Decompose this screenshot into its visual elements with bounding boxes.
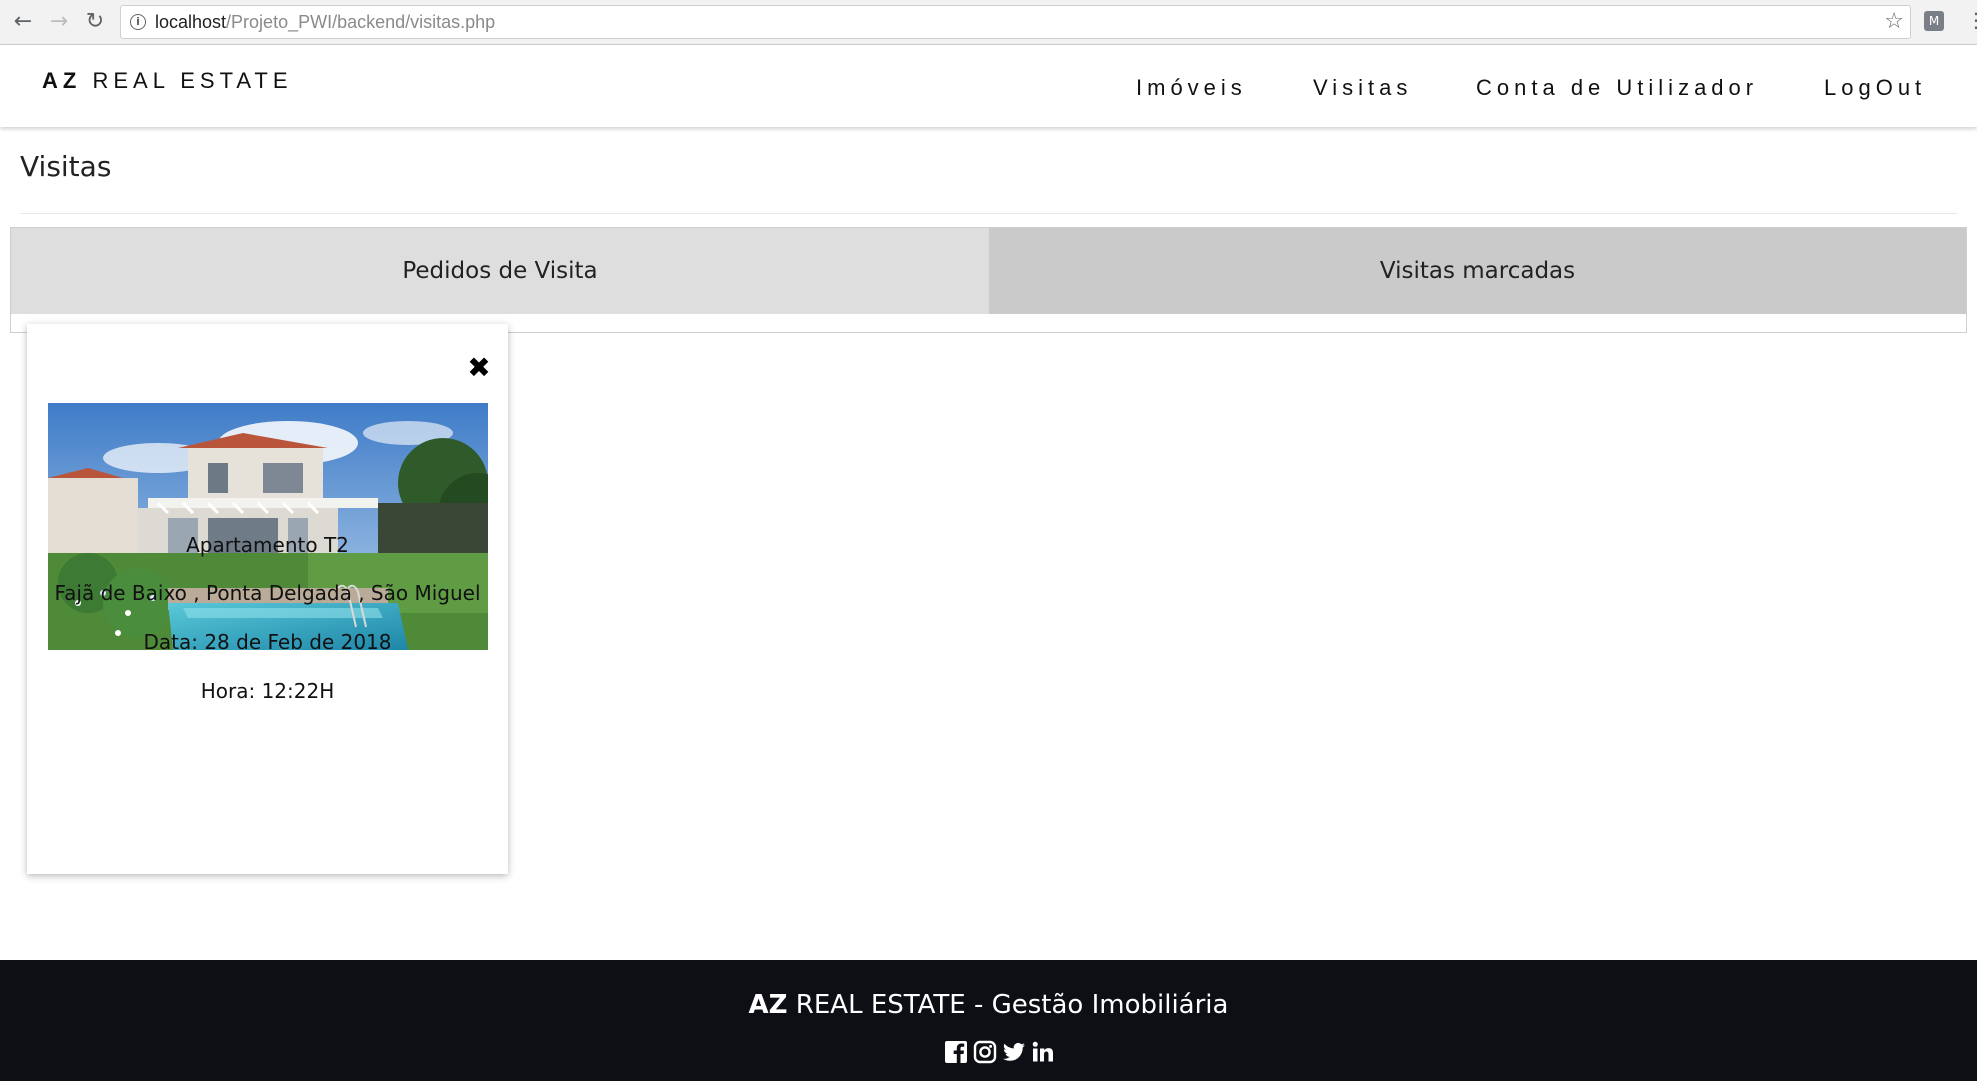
- browser-menu-icon[interactable]: ⋮: [1966, 8, 1977, 32]
- close-icon[interactable]: ✖: [465, 354, 493, 382]
- browser-toolbar: ← → ↻ i localhost/Projeto_PWI/backend/vi…: [0, 0, 1977, 45]
- info-icon[interactable]: i: [130, 14, 146, 30]
- page-title: Visitas: [20, 150, 112, 183]
- footer-brand-text: REAL ESTATE - Gestão Imobiliária: [795, 990, 1229, 1020]
- nav-link-conta[interactable]: Conta de Utilizador: [1476, 75, 1758, 101]
- footer-title: AZ REAL ESTATE - Gestão Imobiliária: [0, 990, 1977, 1020]
- url-host: localhost: [155, 12, 227, 32]
- nav-links: Imóveis Visitas Conta de Utilizador LogO…: [0, 75, 1977, 105]
- forward-arrow-icon[interactable]: →: [46, 9, 72, 35]
- facebook-icon[interactable]: [944, 1040, 968, 1064]
- divider: [20, 213, 1957, 214]
- back-arrow-icon[interactable]: ←: [10, 9, 36, 35]
- property-location: Fajã de Baixo , Ponta Delgada , São Migu…: [54, 581, 481, 605]
- url-text[interactable]: localhost/Projeto_PWI/backend/visitas.ph…: [155, 12, 495, 33]
- tabs-container: Pedidos de Visita Visitas marcadas: [10, 227, 1967, 333]
- linkedin-icon[interactable]: [1031, 1040, 1055, 1064]
- visit-time: Hora: 12:22H: [200, 679, 335, 703]
- visit-date: Data: 28 de Feb de 2018: [143, 630, 392, 654]
- reload-icon[interactable]: ↻: [82, 9, 108, 35]
- extension-icon[interactable]: M: [1924, 11, 1944, 31]
- visit-card: ✖ Apartamento T2 Fajã de Baixo , Ponta D…: [27, 324, 508, 874]
- nav-link-imoveis[interactable]: Imóveis: [1136, 75, 1247, 101]
- footer: AZ REAL ESTATE - Gestão Imobiliária: [0, 960, 1977, 1081]
- instagram-icon[interactable]: [973, 1040, 997, 1064]
- site-navbar: AZ REAL ESTATE Imóveis Visitas Conta de …: [0, 45, 1977, 127]
- property-photo: [48, 403, 488, 650]
- bookmark-star-icon[interactable]: ☆: [1884, 9, 1904, 34]
- nav-link-logout[interactable]: LogOut: [1824, 75, 1926, 101]
- url-path: /Projeto_PWI/backend/visitas.php: [226, 12, 496, 32]
- twitter-icon[interactable]: [1002, 1040, 1026, 1064]
- footer-brand-bold: AZ: [748, 990, 788, 1020]
- tab-pedidos-de-visita[interactable]: Pedidos de Visita: [11, 228, 989, 314]
- property-type: Apartamento T2: [186, 533, 349, 557]
- tab-visitas-marcadas[interactable]: Visitas marcadas: [989, 228, 1966, 314]
- nav-link-visitas[interactable]: Visitas: [1313, 75, 1412, 101]
- address-bar[interactable]: i localhost/Projeto_PWI/backend/visitas.…: [120, 5, 1911, 39]
